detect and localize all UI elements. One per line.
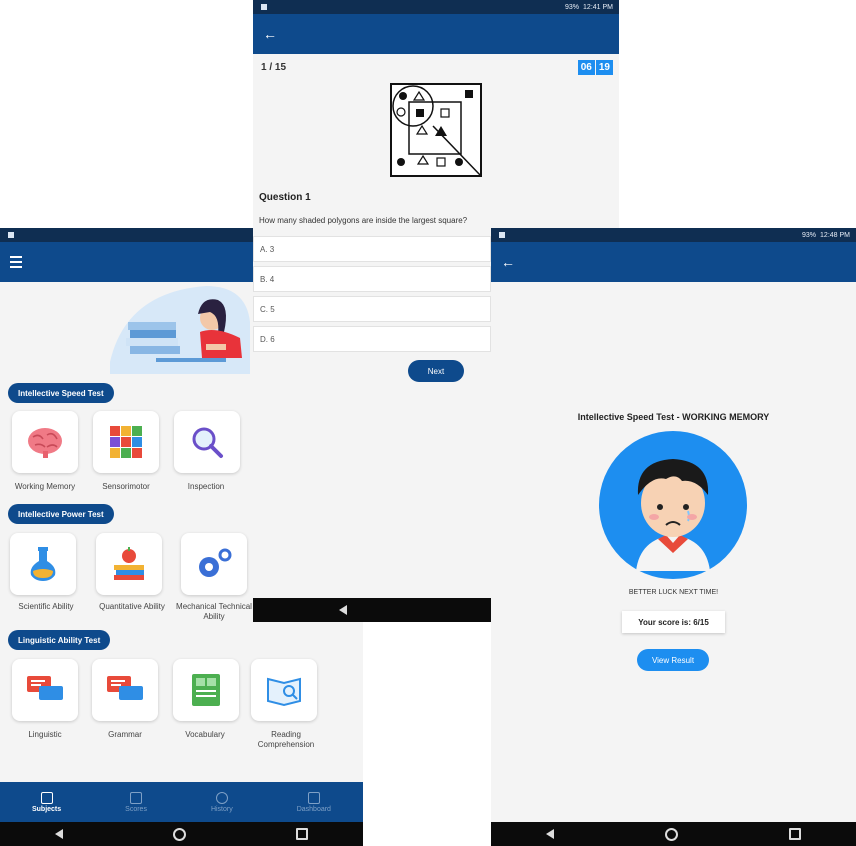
vocabulary-book-icon bbox=[192, 674, 220, 706]
books-apple-icon bbox=[114, 547, 144, 580]
option-c[interactable]: C. 5 bbox=[253, 296, 491, 322]
nav-label: Subjects bbox=[31, 805, 62, 813]
status-bar: 93% 12:41 PM bbox=[253, 0, 619, 14]
chat-bubbles-icon bbox=[107, 676, 143, 700]
option-b[interactable]: B. 4 bbox=[253, 266, 491, 292]
question-title: Question 1 bbox=[259, 192, 311, 203]
recents-nav-icon[interactable] bbox=[296, 828, 308, 840]
time-text: 12:41 PM bbox=[583, 3, 613, 11]
section-speed-test: Intellective Speed Test bbox=[8, 383, 114, 403]
recents-nav-icon[interactable] bbox=[788, 828, 801, 840]
student-illustration bbox=[110, 286, 250, 374]
puzzle-icon bbox=[110, 426, 142, 458]
scientific-ability-tile[interactable] bbox=[10, 533, 76, 595]
nav-dashboard[interactable]: Dashboard bbox=[296, 791, 331, 813]
question-figure bbox=[390, 83, 482, 177]
back-nav-icon[interactable] bbox=[339, 605, 348, 615]
nav-subjects[interactable]: Subjects bbox=[31, 791, 62, 813]
tile-label: Scientific Ability bbox=[18, 602, 74, 611]
vocabulary-tile[interactable] bbox=[173, 659, 239, 721]
tile-label: Quantitative Ability bbox=[99, 602, 165, 611]
score-box: Your score is: 6/15 bbox=[622, 611, 725, 633]
option-d[interactable]: D. 6 bbox=[253, 326, 491, 352]
notification-icon bbox=[261, 4, 267, 10]
nav-scores[interactable]: Scores bbox=[125, 791, 147, 813]
app-bar: ← bbox=[491, 242, 856, 282]
result-screen: 93% 12:48 PM ← Intellective Speed Test - … bbox=[491, 228, 856, 846]
nav-label: Dashboard bbox=[296, 805, 331, 813]
inspection-tile[interactable] bbox=[174, 411, 240, 473]
chat-bubbles-icon bbox=[27, 676, 63, 700]
timer-seconds: 19 bbox=[595, 60, 613, 75]
timer-minutes: 06 bbox=[577, 60, 595, 75]
home-nav-icon[interactable] bbox=[664, 827, 678, 841]
tile-label: Reading Comprehension bbox=[257, 730, 315, 749]
back-arrow-icon[interactable]: ← bbox=[263, 26, 277, 42]
battery-text: 93% bbox=[565, 3, 580, 11]
app-bar: ← bbox=[253, 14, 619, 54]
working-memory-tile[interactable] bbox=[12, 411, 78, 473]
view-result-button[interactable]: View Result bbox=[637, 649, 709, 671]
menu-icon[interactable] bbox=[10, 256, 22, 268]
reading-book-icon bbox=[267, 677, 301, 707]
question-text: How many shaded polygons are inside the … bbox=[259, 216, 468, 225]
notification-icon bbox=[499, 232, 505, 238]
home-nav-icon[interactable] bbox=[173, 827, 186, 841]
subjects-icon bbox=[40, 791, 53, 804]
tile-label: Linguistic bbox=[28, 730, 62, 739]
notification-icon bbox=[8, 232, 14, 238]
time-text: 12:48 PM bbox=[820, 231, 850, 239]
question-counter: 1 / 15 bbox=[261, 62, 287, 73]
gears-icon bbox=[199, 548, 232, 577]
back-arrow-icon[interactable]: ← bbox=[501, 254, 515, 270]
result-message: BETTER LUCK NEXT TIME! bbox=[628, 589, 719, 596]
sensorimotor-tile[interactable] bbox=[93, 411, 159, 473]
section-linguistic-test: Linguistic Ability Test bbox=[8, 630, 111, 650]
system-nav-bar bbox=[0, 822, 363, 846]
back-nav-icon[interactable] bbox=[55, 829, 63, 839]
battery-text: 93% bbox=[802, 231, 817, 239]
nav-label: History bbox=[210, 805, 233, 813]
tile-label: Working Memory bbox=[14, 482, 76, 491]
back-nav-icon[interactable] bbox=[546, 829, 555, 839]
history-icon bbox=[215, 791, 228, 804]
sad-boy-avatar bbox=[599, 431, 747, 579]
tile-label: Sensorimotor bbox=[102, 482, 150, 491]
mechanical-ability-tile[interactable] bbox=[181, 533, 247, 595]
linguistic-tile[interactable] bbox=[12, 659, 78, 721]
system-nav-bar bbox=[491, 822, 856, 846]
magnifier-icon bbox=[192, 427, 223, 458]
next-button[interactable]: Next bbox=[408, 360, 464, 382]
tile-label: Mechanical Technical Ability bbox=[176, 602, 252, 621]
flask-icon bbox=[30, 547, 56, 581]
grammar-tile[interactable] bbox=[92, 659, 158, 721]
tile-label: Vocabulary bbox=[185, 730, 225, 739]
bottom-navigation: Subjects Scores History Dashboard bbox=[0, 782, 363, 822]
section-power-test: Intellective Power Test bbox=[8, 504, 114, 524]
tile-label: Inspection bbox=[187, 482, 225, 491]
result-title: Intellective Speed Test - WORKING MEMORY bbox=[577, 412, 770, 422]
scores-icon bbox=[130, 791, 143, 804]
nav-history[interactable]: History bbox=[210, 791, 233, 813]
brain-icon bbox=[28, 428, 62, 458]
reading-comprehension-tile[interactable] bbox=[251, 659, 317, 721]
option-a[interactable]: A. 3 bbox=[253, 236, 491, 262]
countdown-timer: 06 19 bbox=[577, 60, 613, 75]
quantitative-ability-tile[interactable] bbox=[96, 533, 162, 595]
nav-label: Scores bbox=[125, 805, 147, 813]
status-bar: 93% 12:48 PM bbox=[491, 228, 856, 242]
tile-label: Grammar bbox=[108, 730, 142, 739]
dashboard-icon bbox=[307, 791, 320, 804]
